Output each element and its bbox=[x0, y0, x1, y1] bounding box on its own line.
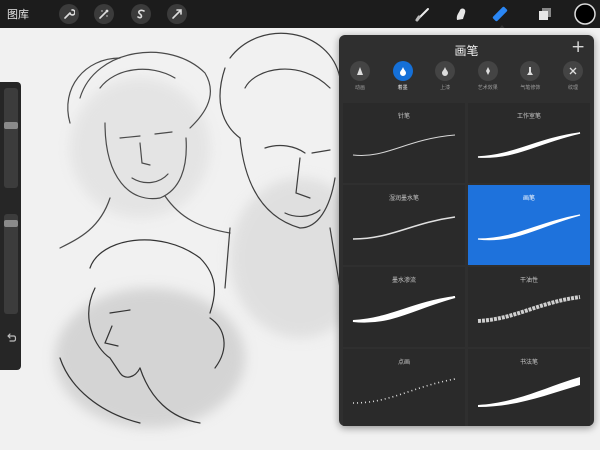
top-toolbar: 图库 bbox=[0, 0, 600, 28]
selection-icon[interactable] bbox=[131, 4, 151, 24]
texture-icon bbox=[562, 61, 583, 81]
brush-stroke-preview bbox=[352, 378, 456, 404]
brush-stroke-preview bbox=[477, 132, 581, 158]
brush-cell-studio-pen[interactable]: 工作室笔 bbox=[468, 103, 590, 183]
transform-arrow-icon[interactable] bbox=[167, 4, 187, 24]
brush-grid: 针笔 工作室笔 湿润墨水笔 画笔 墨水渗流 干油性 点画 书法笔 bbox=[343, 103, 590, 426]
brush-name: 书法笔 bbox=[519, 359, 538, 366]
brush-set-label: 着墨 bbox=[397, 85, 408, 91]
brush-stroke-preview bbox=[477, 295, 581, 323]
brush-sets: 动画 着墨 上漆 艺术效果 气笔修饰 纹理 bbox=[343, 61, 590, 103]
panel-title: 画笔 bbox=[454, 44, 479, 58]
brush-name: 工作室笔 bbox=[516, 113, 541, 120]
brush-stroke-preview bbox=[477, 214, 581, 241]
brush-set-painting[interactable]: 上漆 bbox=[428, 61, 462, 103]
gallery-button[interactable]: 图库 bbox=[7, 6, 29, 22]
brush-cell-stipple[interactable]: 点画 bbox=[343, 349, 465, 426]
brush-set-animation[interactable]: 动画 bbox=[343, 61, 377, 103]
brush-set-label: 艺术效果 bbox=[477, 85, 498, 91]
brush-cell-calligraphy[interactable]: 书法笔 bbox=[468, 349, 590, 426]
brush-name: 干油性 bbox=[519, 277, 538, 284]
brush-stroke-preview bbox=[352, 296, 456, 323]
brush-cell-brush[interactable]: 画笔 bbox=[468, 185, 590, 265]
ink-drop-icon bbox=[392, 61, 413, 81]
undo-icon[interactable] bbox=[5, 329, 17, 342]
paint-brush-icon[interactable] bbox=[413, 4, 433, 24]
cone-icon bbox=[350, 61, 370, 81]
brush-cell-wet-ink[interactable]: 湿润墨水笔 bbox=[343, 185, 465, 265]
brush-set-inking[interactable]: 着墨 bbox=[386, 61, 420, 103]
brush-set-label: 动画 bbox=[354, 85, 365, 91]
brush-set-artistic[interactable]: 艺术效果 bbox=[471, 61, 505, 103]
brush-set-airbrush[interactable]: 气笔修饰 bbox=[513, 61, 547, 103]
brush-set-label: 上漆 bbox=[440, 85, 451, 91]
brush-cell-ink-bleed[interactable]: 墨水渗流 bbox=[343, 267, 465, 347]
opacity-slider[interactable] bbox=[4, 214, 18, 314]
brush-set-label: 气笔修饰 bbox=[520, 85, 541, 91]
opacity-thumb[interactable] bbox=[4, 220, 18, 227]
brush-name: 湿润墨水笔 bbox=[388, 195, 419, 202]
brush-name: 画笔 bbox=[522, 195, 535, 202]
airbrush-icon bbox=[520, 61, 541, 81]
layers-icon[interactable] bbox=[535, 4, 555, 24]
brush-stroke-preview bbox=[352, 134, 456, 157]
smudge-icon[interactable] bbox=[451, 4, 471, 24]
brush-name: 墨水渗流 bbox=[391, 277, 416, 284]
brush-size-thumb[interactable] bbox=[4, 122, 18, 129]
brush-library-panel: 画笔 + 动画 着墨 上漆 艺术效果 气笔修饰 纹理 针笔 工作室笔 湿润墨水笔… bbox=[339, 35, 594, 426]
brush-stroke-preview bbox=[478, 377, 580, 407]
brush-cell-fine-pen[interactable]: 针笔 bbox=[343, 103, 465, 183]
eraser-icon[interactable] bbox=[490, 4, 510, 24]
brush-stroke-preview bbox=[352, 216, 456, 240]
color-swatch-icon[interactable] bbox=[574, 3, 596, 25]
paint-drop-icon bbox=[435, 61, 456, 81]
wrench-icon[interactable] bbox=[59, 4, 79, 24]
brush-set-label: 纹理 bbox=[567, 85, 578, 91]
left-sidebar bbox=[0, 82, 21, 370]
brush-size-slider[interactable] bbox=[4, 88, 18, 188]
brush-set-texture[interactable]: 纹理 bbox=[556, 61, 590, 103]
plus-icon[interactable]: + bbox=[571, 37, 585, 57]
brush-cell-dry-ink[interactable]: 干油性 bbox=[468, 267, 590, 347]
brush-name: 点画 bbox=[397, 359, 410, 366]
adjustments-icon[interactable] bbox=[94, 4, 114, 24]
brush-name: 针笔 bbox=[397, 113, 410, 120]
artistic-icon bbox=[477, 61, 498, 81]
